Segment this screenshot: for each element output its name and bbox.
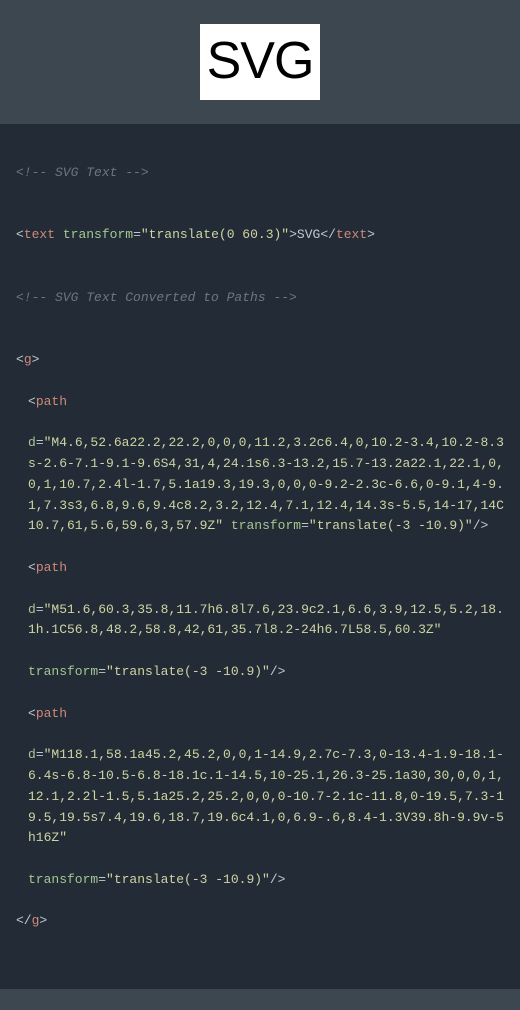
svg-preview-box: SVG xyxy=(200,24,320,100)
path-s-transform: "translate(-3 -10.9)" xyxy=(309,518,473,533)
tag-g-open: g xyxy=(24,352,32,367)
path-g-d: "M118.1,58.1a45.2,45.2,0,0,1-14.9,2.7c-7… xyxy=(28,747,504,845)
code-pane: <!-- SVG Text --> <text transform="trans… xyxy=(0,124,520,989)
tag-path-v: path xyxy=(36,560,67,575)
text-transform-value: "translate(0 60.3)" xyxy=(141,227,289,242)
comment-svg-paths: <!-- SVG Text Converted to Paths --> xyxy=(16,290,297,305)
comment-svg-text: <!-- SVG Text --> xyxy=(16,165,149,180)
tag-path-g: path xyxy=(36,706,67,721)
tag-text-open: text xyxy=(24,227,55,242)
path-v-transform: "translate(-3 -10.9)" xyxy=(106,664,270,679)
tag-path-s: path xyxy=(36,394,67,409)
attr-d: d xyxy=(28,435,36,450)
svg-demo-frame: SVG xyxy=(0,0,520,124)
tag-g-close: g xyxy=(32,913,40,928)
path-g-transform: "translate(-3 -10.9)" xyxy=(106,872,270,887)
svg-preview-text: SVG xyxy=(207,20,314,103)
tag-text-close: text xyxy=(336,227,367,242)
text-inner-svg: SVG xyxy=(297,227,320,242)
path-v-d: "M51.6,60.3,35.8,11.7h6.8l7.6,23.9c2.1,6… xyxy=(28,602,504,638)
attr-transform: transform xyxy=(63,227,133,242)
